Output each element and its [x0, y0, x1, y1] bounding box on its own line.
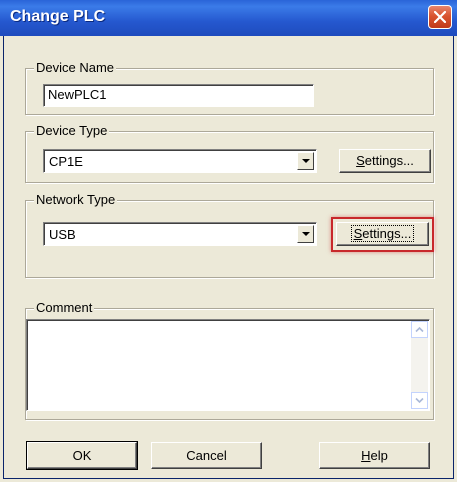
title-bar[interactable]: Change PLC [0, 0, 457, 36]
settings-highlight-box [331, 217, 434, 252]
close-icon [434, 11, 446, 23]
device-name-field[interactable]: NewPLC1 [43, 84, 314, 107]
ok-button[interactable]: OK [26, 441, 138, 470]
chevron-up-icon [415, 326, 424, 333]
scroll-up-button[interactable] [411, 321, 428, 338]
device-type-settings-button[interactable]: Settings... [339, 149, 431, 173]
comment-textarea[interactable] [26, 319, 430, 411]
device-type-settings-accel: S [356, 153, 365, 168]
device-type-dropdown-arrow-icon[interactable] [297, 152, 314, 170]
network-type-dropdown-arrow-icon[interactable] [297, 225, 314, 243]
help-label: elp [370, 448, 388, 463]
window-title: Change PLC [10, 8, 106, 25]
comment-scrollbar[interactable] [411, 321, 428, 409]
comment-legend: Comment [34, 300, 95, 316]
device-type-legend: Device Type [34, 123, 110, 139]
device-name-legend: Device Name [34, 60, 117, 76]
device-type-value: CP1E [49, 154, 83, 169]
help-accel: H [361, 448, 371, 463]
network-type-value: USB [49, 227, 76, 242]
cancel-button[interactable]: Cancel [151, 442, 262, 469]
network-type-legend: Network Type [34, 192, 118, 208]
scroll-down-button[interactable] [411, 392, 428, 409]
network-type-select[interactable]: USB [43, 222, 317, 246]
chevron-down-icon [415, 397, 424, 404]
close-button[interactable] [428, 5, 452, 29]
help-button[interactable]: Help [319, 442, 430, 469]
device-type-select[interactable]: CP1E [43, 149, 317, 173]
device-type-settings-label: ettings... [364, 153, 414, 168]
